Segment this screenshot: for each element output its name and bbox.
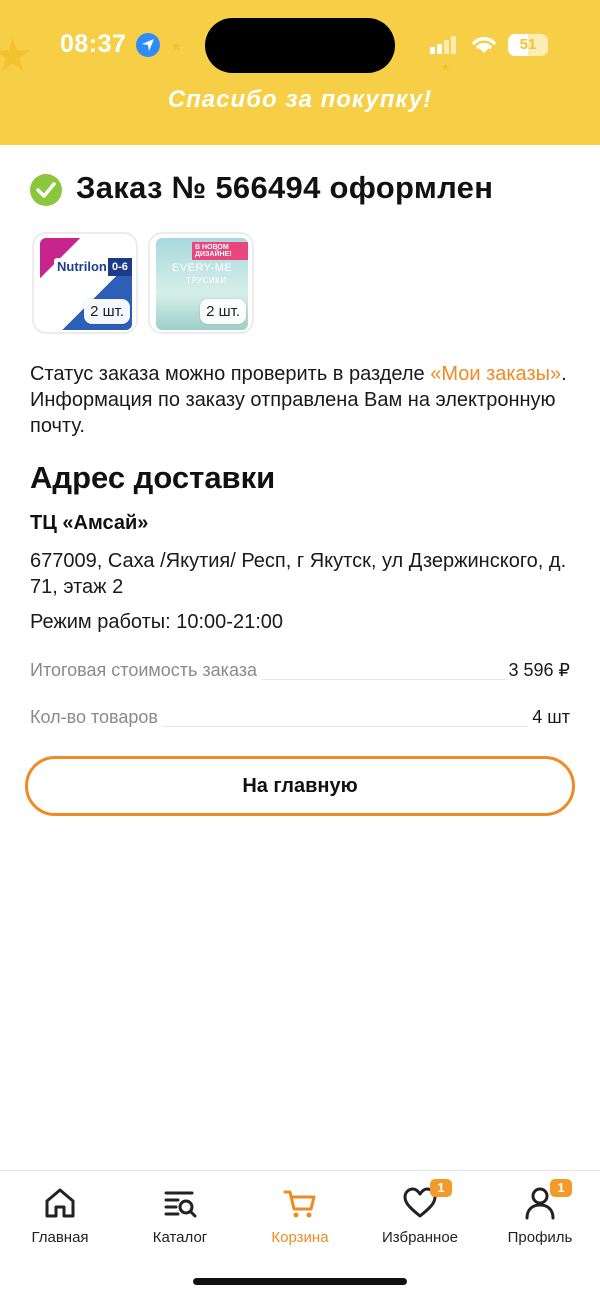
product-brand: EVERY-ME (172, 262, 233, 274)
star-decoration: ★ (0, 29, 34, 81)
dynamic-island (205, 18, 395, 73)
my-orders-link[interactable]: «Мои заказы» (430, 363, 561, 385)
nav-item-profile[interactable]: 1 Профиль (480, 1179, 600, 1246)
product-age: 0-6 (108, 258, 132, 276)
store-address: 677009, Саха /Якутия/ Респ, г Якутск, ул… (30, 550, 567, 598)
star-decoration: ★ (170, 38, 183, 54)
cart-icon (283, 1190, 316, 1218)
star-decoration: ★ (440, 60, 451, 74)
nav-label: Главная (31, 1229, 89, 1246)
nav-label: Корзина (271, 1229, 329, 1246)
total-cost-value: 3 596 ₽ (504, 660, 570, 681)
items-count-value: 4 шт (528, 707, 570, 728)
delivery-section-title: Адрес доставки (30, 460, 276, 495)
store-hours: Режим работы: 10:00-21:00 (30, 611, 284, 633)
order-title: Заказ № 566494 оформлен (76, 170, 494, 205)
nav-item-home[interactable]: Главная (0, 1181, 120, 1246)
product-promo: В НОВОМ ДИЗАЙНЕ! (192, 242, 248, 260)
order-info-text: Статус заказа можно проверить в разделе … (30, 363, 567, 437)
home-indicator (193, 1278, 407, 1285)
product-thumbnail[interactable]: Nutrilon 0-6 2 шт. (32, 232, 138, 334)
profile-badge: 1 (550, 1179, 572, 1197)
quantity-badge: 2 шт. (84, 299, 130, 324)
nav-label: Избранное (381, 1229, 459, 1246)
nav-label: Профиль (507, 1229, 573, 1246)
header: ★ ★ ★ 08:37 51 Спасибо за покупку! (0, 0, 600, 145)
status-time: 08:37 (60, 30, 127, 58)
nav-item-cart[interactable]: Корзина (240, 1181, 360, 1246)
location-arrow-icon (136, 33, 160, 57)
total-cost-label: Итоговая стоимость заказа (30, 660, 262, 681)
header-title: Спасибо за покупку! (167, 86, 433, 113)
product-brand: Nutrilon (54, 258, 110, 275)
nav-label: Каталог (152, 1229, 208, 1246)
quantity-badge: 2 шт. (200, 299, 246, 324)
favorites-badge: 1 (430, 1179, 452, 1197)
product-thumbnail[interactable]: В НОВОМ ДИЗАЙНЕ! EVERY-ME ТРУСИКИ 2 шт. (148, 232, 254, 334)
catalog-icon (164, 1191, 197, 1218)
nav-item-catalog[interactable]: Каталог (120, 1181, 240, 1246)
product-subtitle: ТРУСИКИ (186, 276, 227, 285)
checkmark-icon (30, 174, 62, 206)
home-icon (45, 1188, 75, 1218)
wifi-icon (470, 33, 498, 60)
home-button[interactable]: На главную (25, 756, 575, 816)
signal-icon (430, 36, 458, 59)
nav-item-favorites[interactable]: 1 Избранное (360, 1179, 480, 1246)
items-count-row: Кол-во товаров 4 шт (30, 707, 570, 735)
battery-icon: 51 (508, 34, 548, 56)
battery-level: 51 (519, 36, 537, 53)
store-name: ТЦ «Амсай» (30, 512, 149, 534)
items-count-label: Кол-во товаров (30, 707, 162, 728)
total-cost-row: Итоговая стоимость заказа 3 596 ₽ (30, 660, 570, 688)
